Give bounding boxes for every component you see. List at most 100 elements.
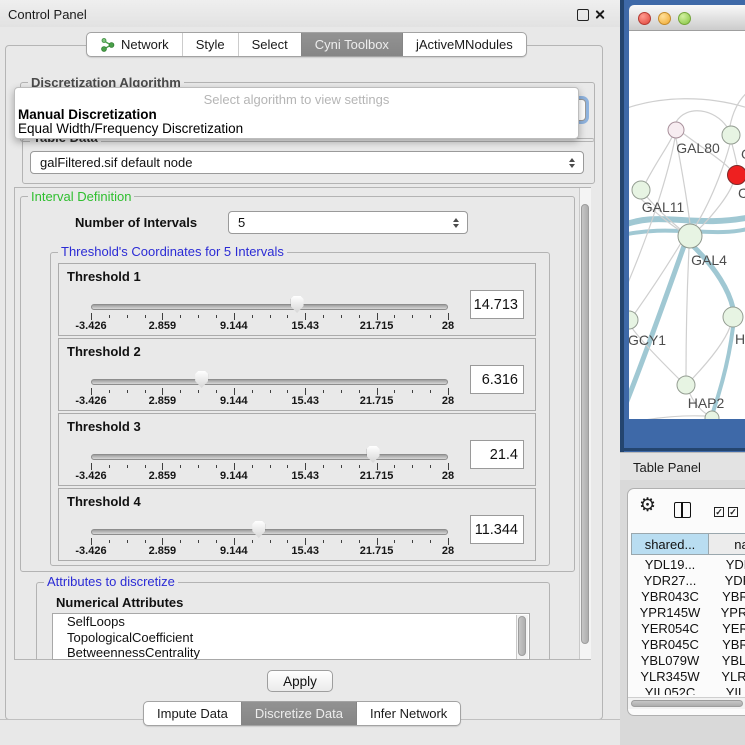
column-header-shared-name[interactable]: shared... [631,533,709,555]
tab-select[interactable]: Select [238,33,301,56]
tab-infer-network-label: Infer Network [370,706,447,721]
table-row[interactable]: YBL079WYBL079W [628,653,745,669]
close-traffic-light-icon[interactable] [638,12,651,25]
checkbox-select-icon[interactable]: ✓ [714,507,724,517]
network-node[interactable] [677,376,695,394]
slider-knob[interactable] [291,296,304,313]
network-edge[interactable] [676,111,727,127]
network-node[interactable] [678,224,702,248]
slider-tick [234,538,235,545]
table-row[interactable]: YBR043CYBR043C [628,589,745,605]
slider-tick [162,313,163,320]
table-row[interactable]: YIL052CYIL052C [628,685,745,695]
network-edge[interactable] [730,91,745,126]
slider-tick [323,390,324,393]
slider-knob[interactable] [252,521,265,538]
slider-tick-label: 2.859 [149,470,177,482]
threshold-slider-track[interactable] [91,304,448,310]
network-edge[interactable] [629,99,745,111]
number-of-intervals-combobox[interactable]: 5 [228,211,468,234]
slider-tick [305,313,306,320]
slider-tick [198,465,199,468]
threshold-value-field[interactable]: 21.4 [470,440,524,469]
network-node[interactable] [728,166,745,185]
table-row[interactable]: YER054CYER054C [628,621,745,637]
dropdown-option-equal-width-frequency[interactable]: Equal Width/Frequency Discretization [18,121,243,136]
settings-scrollbar-thumb[interactable] [581,204,589,644]
network-node[interactable] [668,122,684,138]
table-panel-title: Table Panel [633,460,701,475]
tab-jactivemnodules[interactable]: jActiveMNodules [402,33,526,56]
slider-knob[interactable] [367,446,380,463]
table-data-combobox[interactable]: galFiltered.sif default node [30,151,584,174]
column-header-name[interactable]: name [709,533,745,555]
table-horizontal-scrollbar[interactable] [628,697,745,709]
numerical-attributes-list[interactable]: SelfLoopsTopologicalCoefficientBetweenne… [52,613,530,660]
tab-style[interactable]: Style [182,33,238,56]
slider-tick [198,540,199,543]
table-panel-titlebar: Table Panel [620,452,745,480]
threshold-slider-track[interactable] [91,379,448,385]
table-scrollbar-thumb[interactable] [631,700,743,707]
threshold-slider-track[interactable] [91,529,448,535]
network-edge[interactable] [732,144,737,165]
table-row[interactable]: YPR145WYPR145W [628,605,745,621]
attributes-list-scrollbar[interactable] [516,615,528,659]
apply-button[interactable]: Apply [267,670,333,692]
threshold-value-field[interactable]: 11.344 [470,515,524,544]
slider-tick-label: 28 [442,320,454,332]
slider-tick [216,540,217,543]
network-node[interactable] [723,307,743,327]
slider-tick [448,463,449,470]
slider-tick [145,540,146,543]
combo-stepper-icon [453,218,459,228]
slider-tick [394,390,395,393]
table-row[interactable]: YBR045CYBR045C [628,637,745,653]
threshold-value-field[interactable]: 14.713 [470,290,524,319]
threshold-panel-4: Threshold 4 -3.4262.8599.14415.4321.7152… [58,488,536,561]
gear-icon[interactable]: ⚙ [639,496,656,515]
attribute-item[interactable]: TopologicalCoefficient [53,630,529,646]
zoom-traffic-light-icon[interactable] [678,12,691,25]
network-node[interactable] [705,411,719,419]
close-icon[interactable] [594,9,605,20]
network-edge[interactable] [696,144,730,225]
tab-discretize-data[interactable]: Discretize Data [241,702,356,725]
tab-infer-network[interactable]: Infer Network [356,702,460,725]
float-window-icon[interactable] [577,9,589,21]
threshold-value-field[interactable]: 6.316 [470,365,524,394]
slider-knob[interactable] [195,371,208,388]
slider-tick-label: 21.715 [360,320,394,332]
table-row[interactable]: YDR27...YDR27... [628,573,745,589]
slider-tick [430,315,431,318]
table-row[interactable]: YDL19...YDL19... [628,557,745,573]
settings-scrollbar[interactable] [579,188,591,659]
network-edge[interactable] [646,137,672,182]
attribute-item[interactable]: BetweennessCentrality [53,645,529,660]
attribute-item[interactable]: SelfLoops [53,614,529,630]
slider-tick [341,465,342,468]
network-edge[interactable] [629,416,705,419]
network-edge[interactable] [686,248,689,376]
table-row[interactable]: YLR345WYLR345W [628,669,745,685]
network-node[interactable] [632,181,650,199]
node-label: GCY1 [629,332,666,348]
tab-impute-data[interactable]: Impute Data [144,702,241,725]
minimize-traffic-light-icon[interactable] [658,12,671,25]
dropdown-option-manual-discretization[interactable]: Manual Discretization [18,107,157,122]
tab-network[interactable]: Network [87,33,182,56]
network-canvas[interactable]: GAL80GACGAL11GAL4HGCY1HAP2 [629,31,745,419]
columns-icon[interactable] [674,502,691,518]
threshold-slider-track[interactable] [91,454,448,460]
slider-tick [305,538,306,545]
network-node[interactable] [629,311,638,329]
slider-tick [234,463,235,470]
tab-select-label: Select [252,37,288,52]
checkbox-select-icon[interactable]: ✓ [728,507,738,517]
tab-cyni-toolbox[interactable]: Cyni Toolbox [301,33,402,56]
frame-edge [620,0,624,452]
network-node[interactable] [722,126,740,144]
network-edge[interactable] [629,246,684,406]
tab-cyni-toolbox-label: Cyni Toolbox [315,37,389,52]
network-window-titlebar[interactable] [629,5,745,31]
